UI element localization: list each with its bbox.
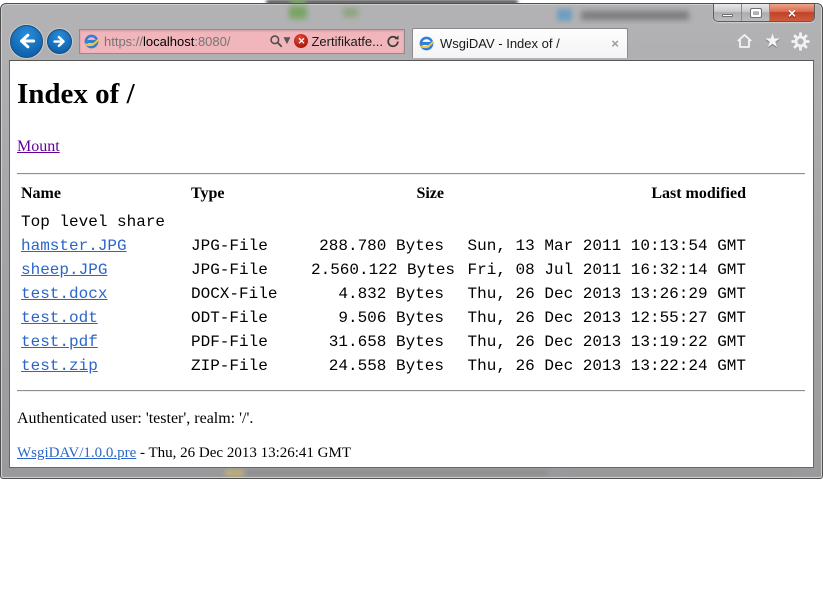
back-button[interactable] (10, 25, 43, 58)
footer-timestamp: - Thu, 26 Dec 2013 13:26:41 GMT (136, 445, 351, 461)
window-controls: × (713, 4, 815, 22)
home-icon[interactable] (735, 32, 754, 50)
file-modified: Thu, 26 Dec 2013 13:26:29 GMT (444, 283, 746, 307)
wsgidav-version-link[interactable]: WsgiDAV/1.0.0.pre (17, 445, 136, 461)
certificate-error-label[interactable]: Zertifikatfe... (311, 34, 383, 49)
file-modified: Thu, 26 Dec 2013 12:55:27 GMT (444, 307, 746, 331)
title-bar[interactable]: × (1, 4, 822, 24)
refresh-icon[interactable] (386, 34, 400, 49)
file-size: 2.560.122 Bytes (311, 259, 444, 283)
page-title: Index of / (17, 78, 805, 110)
bottom-frame (9, 468, 814, 477)
table-note-row: Top level share (21, 211, 746, 235)
glass-blur-blob (569, 470, 794, 476)
back-arrow-icon (17, 31, 37, 51)
divider (17, 390, 805, 392)
file-link[interactable]: sheep.JPG (21, 261, 107, 279)
minimize-button[interactable] (714, 4, 742, 21)
search-icon[interactable] (269, 34, 283, 48)
table-header-row: Name Type Size Last modified (21, 183, 746, 211)
certificate-error-icon[interactable]: ✕ (294, 34, 308, 48)
file-size: 9.506 Bytes (311, 307, 444, 331)
url-scheme: https:// (104, 34, 143, 49)
close-icon: × (788, 6, 796, 20)
tab-title: WsgiDAV - Index of / (440, 36, 609, 51)
maximize-icon (751, 9, 761, 17)
file-link[interactable]: test.zip (21, 357, 98, 375)
file-type: PDF-File (191, 331, 311, 355)
url-port-path: :8080/ (194, 34, 230, 49)
toolbar-right: ★ (735, 32, 816, 51)
forward-button[interactable] (47, 29, 72, 54)
divider (17, 173, 805, 175)
tools-gear-icon[interactable] (791, 32, 810, 51)
file-modified: Sun, 13 Mar 2011 10:13:54 GMT (444, 235, 746, 259)
navigation-bar: https://localhost:8080/ ▼ ✕ Zertifikatfe… (1, 24, 822, 58)
column-header-size: Size (311, 183, 444, 211)
address-bar[interactable]: https://localhost:8080/ ▼ ✕ Zertifikatfe… (79, 29, 405, 54)
table-row: hamster.JPG JPG-File 288.780 Bytes Sun, … (21, 235, 746, 259)
file-link[interactable]: test.odt (21, 309, 98, 327)
file-type: ODT-File (191, 307, 311, 331)
glass-blur-blob (225, 470, 243, 476)
file-type: DOCX-File (191, 283, 311, 307)
close-button[interactable]: × (770, 4, 814, 21)
table-row: test.zip ZIP-File 24.558 Bytes Thu, 26 D… (21, 355, 746, 379)
glass-blur-blob (581, 11, 689, 20)
column-header-type: Type (191, 183, 311, 211)
file-size: 288.780 Bytes (311, 235, 444, 259)
url-host: localhost (143, 34, 194, 49)
table-row: sheep.JPG JPG-File 2.560.122 Bytes Fri, … (21, 259, 746, 283)
file-link[interactable]: hamster.JPG (21, 237, 127, 255)
directory-table: Name Type Size Last modified Top level s… (21, 183, 746, 379)
file-size: 31.658 Bytes (311, 331, 444, 355)
file-type: ZIP-File (191, 355, 311, 379)
ie-logo-icon (419, 36, 434, 51)
file-modified: Thu, 26 Dec 2013 13:22:24 GMT (444, 355, 746, 379)
column-header-name: Name (21, 183, 191, 211)
favorites-star-icon[interactable]: ★ (764, 32, 781, 51)
file-type: JPG-File (191, 235, 311, 259)
maximize-button[interactable] (742, 4, 770, 21)
file-size: 24.558 Bytes (311, 355, 444, 379)
file-link[interactable]: test.pdf (21, 333, 98, 351)
table-row: test.odt ODT-File 9.506 Bytes Thu, 26 De… (21, 307, 746, 331)
auth-note: Authenticated user: 'tester', realm: '/'… (17, 410, 805, 428)
file-size: 4.832 Bytes (311, 283, 444, 307)
browser-window: × https://localhost:8080/ (0, 3, 823, 479)
mount-link[interactable]: Mount (17, 138, 60, 156)
file-modified: Thu, 26 Dec 2013 13:19:22 GMT (444, 331, 746, 355)
page-viewport: Index of / Mount Name Type Size Last mod… (9, 60, 814, 468)
ie-logo-icon (84, 34, 99, 49)
file-link[interactable]: test.docx (21, 285, 107, 303)
file-modified: Fri, 08 Jul 2011 16:32:14 GMT (444, 259, 746, 283)
url-text[interactable]: https://localhost:8080/ (104, 34, 231, 49)
glass-blur-blob (289, 6, 307, 19)
tab-close-icon[interactable]: × (609, 37, 621, 50)
chevron-down-icon[interactable]: ▼ (284, 36, 291, 46)
browser-tab[interactable]: WsgiDAV - Index of / × (412, 28, 628, 58)
file-type: JPG-File (191, 259, 311, 283)
table-row: test.docx DOCX-File 4.832 Bytes Thu, 26 … (21, 283, 746, 307)
share-note: Top level share (21, 211, 746, 235)
forward-arrow-icon (52, 34, 67, 49)
footer: WsgiDAV/1.0.0.pre - Thu, 26 Dec 2013 13:… (17, 445, 805, 462)
table-row: test.pdf PDF-File 31.658 Bytes Thu, 26 D… (21, 331, 746, 355)
minimize-icon (722, 14, 733, 17)
glass-blur-blob (247, 470, 547, 476)
glass-blur-blob (557, 9, 572, 21)
column-header-modified: Last modified (444, 183, 746, 211)
glass-blur-blob (343, 8, 358, 17)
